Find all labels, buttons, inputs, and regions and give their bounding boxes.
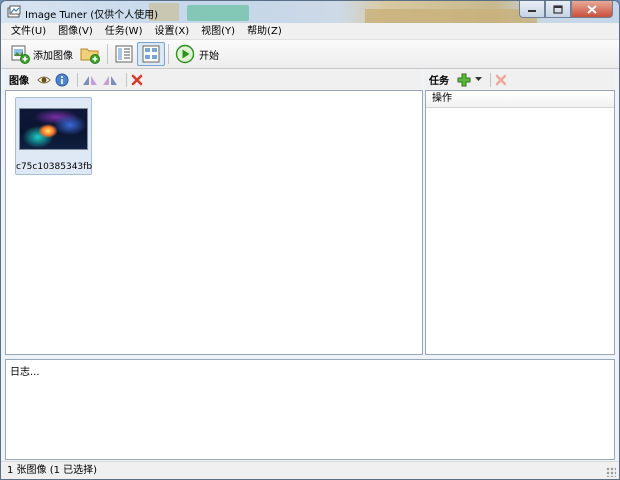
log-text: 日志...: [10, 367, 40, 378]
tasks-label: 任务: [429, 76, 449, 87]
add-images-button[interactable]: 添加图像: [7, 42, 76, 66]
flip-horizontal-button[interactable]: [82, 74, 98, 86]
title-bar[interactable]: Image Tuner (仅供个人使用): [1, 1, 619, 23]
add-images-label: 添加图像: [33, 50, 73, 62]
image-filename: c75c10385343fb...: [16, 162, 93, 172]
start-label: 开始: [199, 50, 219, 62]
close-icon: [587, 4, 597, 14]
app-window: Image Tuner (仅供个人使用) 文件(U) 图像(V) 任务(W) 设…: [0, 0, 620, 480]
add-folder-button[interactable]: [76, 42, 104, 66]
header-separator: [126, 72, 127, 87]
header-separator: [77, 72, 78, 87]
flip-vertical-button[interactable]: [102, 74, 118, 86]
folder-add-icon: [80, 48, 100, 64]
images-panel-header: 图像: [5, 69, 421, 90]
add-task-button[interactable]: [457, 73, 471, 87]
start-button[interactable]: 开始: [172, 42, 222, 66]
delete-image-button[interactable]: [131, 74, 143, 86]
remove-task-icon: [495, 74, 507, 85]
minimize-icon: [528, 10, 536, 12]
menu-image[interactable]: 图像(V): [52, 23, 99, 40]
play-icon: [175, 44, 195, 64]
header-separator: [490, 72, 491, 87]
toolbar-separator: [168, 44, 169, 64]
operations-column-header[interactable]: 操作: [426, 91, 614, 108]
add-image-icon: [11, 45, 30, 64]
toolbar: 添加图像 开始: [1, 40, 619, 69]
close-button[interactable]: [571, 1, 613, 18]
preview-button[interactable]: [37, 74, 51, 86]
eye-icon: [37, 76, 51, 83]
menu-view[interactable]: 视图(Y): [195, 23, 241, 40]
flip-vertical-icon: [103, 75, 117, 85]
minimize-button[interactable]: [519, 1, 545, 18]
dropdown-arrow-icon: [475, 77, 482, 81]
info-button[interactable]: [55, 73, 69, 87]
maximize-icon: [553, 4, 563, 14]
thumbnail-view-icon: [142, 45, 160, 63]
status-bar: 1 张图像 (1 已选择): [1, 461, 619, 479]
toolbar-separator: [107, 44, 108, 64]
thumbnail-view-button[interactable]: [137, 42, 165, 66]
images-label: 图像: [9, 76, 29, 87]
maximize-button[interactable]: [545, 1, 571, 18]
image-thumbnail: [19, 108, 88, 150]
menu-task[interactable]: 任务(W): [99, 23, 149, 40]
remove-task-button[interactable]: [495, 74, 507, 86]
add-task-icon: [457, 73, 471, 86]
tasks-panel-header: 任务: [425, 69, 615, 90]
menu-file[interactable]: 文件(U): [5, 23, 52, 40]
info-icon: [55, 73, 69, 86]
delete-icon: [131, 74, 143, 85]
status-text: 1 张图像 (1 已选择): [7, 465, 98, 476]
details-view-button[interactable]: [111, 42, 137, 66]
flip-horizontal-icon: [83, 75, 97, 85]
resize-grip[interactable]: [606, 467, 616, 477]
menu-bar: 文件(U) 图像(V) 任务(W) 设置(X) 视图(Y) 帮助(Z): [1, 23, 619, 40]
details-view-icon: [115, 45, 133, 63]
app-icon: [7, 5, 21, 18]
menu-settings[interactable]: 设置(X): [148, 23, 195, 40]
menu-help[interactable]: 帮助(Z): [241, 23, 288, 40]
window-title: Image Tuner (仅供个人使用): [25, 10, 159, 21]
add-task-dropdown[interactable]: [475, 77, 482, 82]
background-artifact: [187, 5, 249, 21]
image-thumbnail-item[interactable]: c75c10385343fb...: [15, 97, 93, 175]
tasks-list[interactable]: 操作: [425, 90, 615, 355]
background-artifact: [365, 9, 537, 23]
images-list[interactable]: c75c10385343fb...: [5, 90, 423, 355]
log-panel[interactable]: 日志...: [5, 359, 615, 460]
